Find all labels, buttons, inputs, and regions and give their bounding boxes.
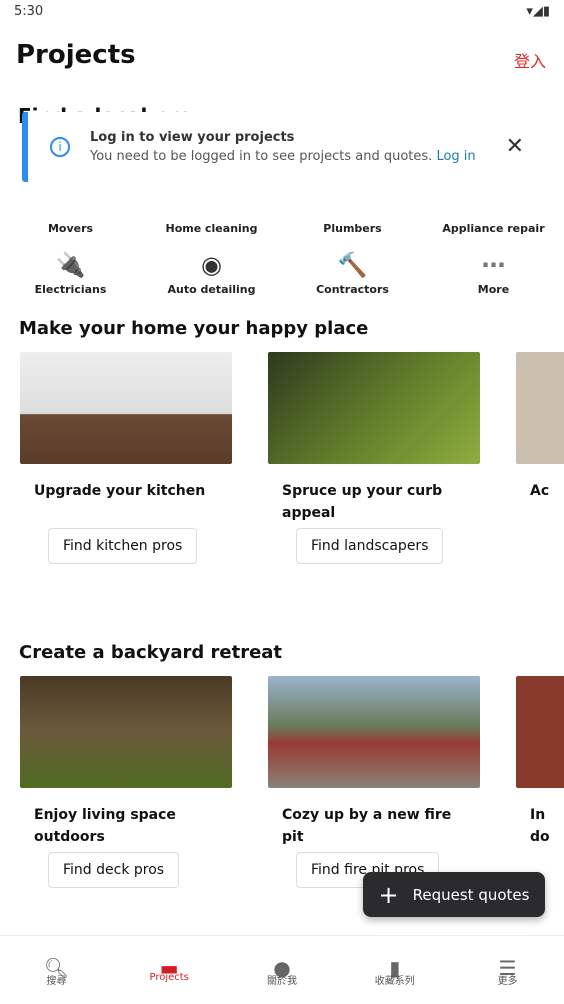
card-caption: Cozy up by a new fire pit (282, 807, 452, 845)
section-title: Make your home your happy place (19, 318, 369, 339)
category-auto-detailing[interactable]: ◉ Auto detailing (141, 247, 282, 296)
card-partial[interactable]: Ac (516, 352, 564, 564)
card-image (516, 676, 564, 788)
category-contractors[interactable]: 🔨 Contractors (282, 247, 423, 296)
category-grid: Movers Home cleaning Plumbers Appliance … (0, 186, 564, 296)
search-icon: 🔍︎ (43, 956, 70, 980)
category-label: Home cleaning (165, 222, 258, 235)
login-banner: i Log in to view your projects You need … (22, 112, 542, 182)
signal-icons: ▾◢▮ (526, 4, 550, 19)
card-row: Upgrade your kitchen Find kitchen pros Sp… (20, 352, 564, 564)
nav-label: 關於我 (266, 976, 297, 987)
card-row: Enjoy living space outdoors Find deck pro… (20, 676, 564, 888)
find-landscapers-button[interactable]: Find landscapers (296, 528, 444, 564)
category-movers[interactable]: Movers (0, 186, 141, 235)
card-image (516, 352, 564, 464)
card-caption: Enjoy living space outdoors (34, 807, 176, 845)
firepit-image (268, 676, 480, 788)
category-home-cleaning[interactable]: Home cleaning (141, 186, 282, 235)
info-icon: i (50, 137, 70, 157)
menu-icon: ☰ (498, 956, 517, 980)
banner-body: You need to be logged in to see projects… (90, 149, 433, 164)
folder-icon: ▬ (159, 956, 179, 980)
nav-profile[interactable]: ● 關於我 (226, 936, 339, 1004)
category-more[interactable]: ⋯ More (423, 247, 564, 296)
section-title: Create a backyard retreat (19, 642, 283, 663)
profile-icon: ● (273, 956, 291, 980)
request-quotes-button[interactable]: + Request quotes (363, 872, 545, 917)
category-label: Contractors (316, 283, 389, 296)
close-icon[interactable]: ✕ (506, 134, 524, 159)
page-title: Projects (16, 40, 136, 70)
fab-label: Request quotes (412, 885, 530, 904)
card-caption: Upgrade your kitchen (34, 483, 206, 499)
status-bar: 5:30 ▾◢▮ (0, 0, 564, 24)
nav-search[interactable]: 🔍︎ 搜尋 (0, 936, 113, 1004)
nav-projects[interactable]: ▬ Projects (113, 936, 226, 1004)
category-label: Electricians (34, 283, 107, 296)
category-plumbers[interactable]: Plumbers (282, 186, 423, 235)
landscape-image (268, 352, 480, 464)
category-label: Plumbers (323, 222, 382, 235)
banner-login-link[interactable]: Log in (436, 149, 475, 164)
card-curb[interactable]: Spruce up your curb appeal Find landscape… (268, 352, 480, 564)
nav-label: 收藏系列 (374, 976, 415, 987)
card-outdoors[interactable]: Enjoy living space outdoors Find deck pro… (20, 676, 232, 888)
find-deck-pros-button[interactable]: Find deck pros (48, 852, 180, 888)
kitchen-image (20, 352, 232, 464)
card-caption: Spruce up your curb appeal (282, 483, 443, 521)
card-caption: In do (530, 807, 550, 845)
bottom-nav: 🔍︎ 搜尋 ▬ Projects ● 關於我 ▮ 收藏系列 ☰ 更多 (0, 935, 564, 1004)
nav-label: Projects (149, 972, 189, 983)
nav-more[interactable]: ☰ 更多 (451, 936, 564, 1004)
category-label: Auto detailing (167, 283, 256, 296)
nav-label: 搜尋 (46, 976, 67, 987)
tire-icon: ◉ (201, 251, 222, 279)
category-appliance-repair[interactable]: Appliance repair (423, 186, 564, 235)
plug-icon: 🔌 (55, 251, 86, 279)
clock: 5:30 (14, 4, 44, 19)
bookmark-icon: ▮ (389, 956, 401, 980)
plus-icon: + (378, 880, 399, 909)
patio-image (20, 676, 232, 788)
find-kitchen-pros-button[interactable]: Find kitchen pros (48, 528, 198, 564)
nav-label: 更多 (497, 976, 518, 987)
login-link[interactable]: 登入 (514, 48, 546, 72)
category-label: More (477, 283, 510, 296)
banner-title: Log in to view your projects (90, 130, 295, 145)
hammer-icon: 🔨 (337, 251, 368, 279)
card-partial[interactable]: In do (516, 676, 564, 888)
card-firepit[interactable]: Cozy up by a new fire pit Find fire pit p… (268, 676, 480, 888)
category-electricians[interactable]: 🔌 Electricians (0, 247, 141, 296)
card-kitchen[interactable]: Upgrade your kitchen Find kitchen pros (20, 352, 232, 564)
category-label: Appliance repair (442, 222, 545, 235)
card-caption: Ac (530, 483, 550, 499)
nav-collections[interactable]: ▮ 收藏系列 (338, 936, 451, 1004)
more-icon: ⋯ (481, 251, 506, 279)
category-label: Movers (47, 222, 94, 235)
